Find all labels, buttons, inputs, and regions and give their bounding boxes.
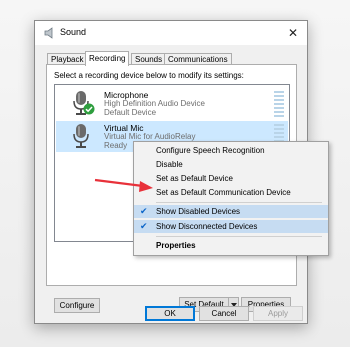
configure-button[interactable]: Configure [54,298,100,313]
menu-item-set-default-device[interactable]: Set as Default Device [134,172,328,185]
title-bar: Sound ✕ [35,21,307,45]
device-item-microphone[interactable]: Microphone High Definition Audio Device … [56,88,288,119]
device-description: Virtual Mic for AudioRelay [104,132,196,141]
context-menu: Configure Speech Recognition Disable Set… [133,141,329,256]
speaker-icon [44,27,53,39]
device-description: High Definition Audio Device [104,99,205,108]
device-status: Default Device [104,108,157,117]
menu-separator [156,202,322,203]
menu-item-disable[interactable]: Disable [134,158,328,171]
cancel-button[interactable]: Cancel [199,306,249,321]
ok-button[interactable]: OK [145,306,195,321]
checkmark-icon: ✔ [140,221,148,231]
menu-separator [156,236,322,237]
tab-recording[interactable]: Recording [85,51,130,66]
green-check-icon [83,103,95,115]
checkmark-icon: ✔ [140,206,148,216]
instruction-text: Select a recording device below to modif… [54,71,244,80]
window-title: Sound [60,27,87,37]
menu-item-set-default-communication-device[interactable]: Set as Default Communication Device [134,186,328,199]
close-button[interactable]: ✕ [279,21,307,45]
level-meter [274,91,284,117]
apply-button[interactable]: Apply [253,306,303,321]
microphone-icon [73,124,89,148]
menu-item-properties[interactable]: Properties [134,239,328,252]
device-status: Ready [104,141,128,150]
menu-item-show-disconnected-devices[interactable]: ✔ Show Disconnected Devices [134,220,328,233]
menu-item-configure-speech-recognition[interactable]: Configure Speech Recognition [134,144,328,157]
menu-item-show-disabled-devices[interactable]: ✔ Show Disabled Devices [134,205,328,218]
